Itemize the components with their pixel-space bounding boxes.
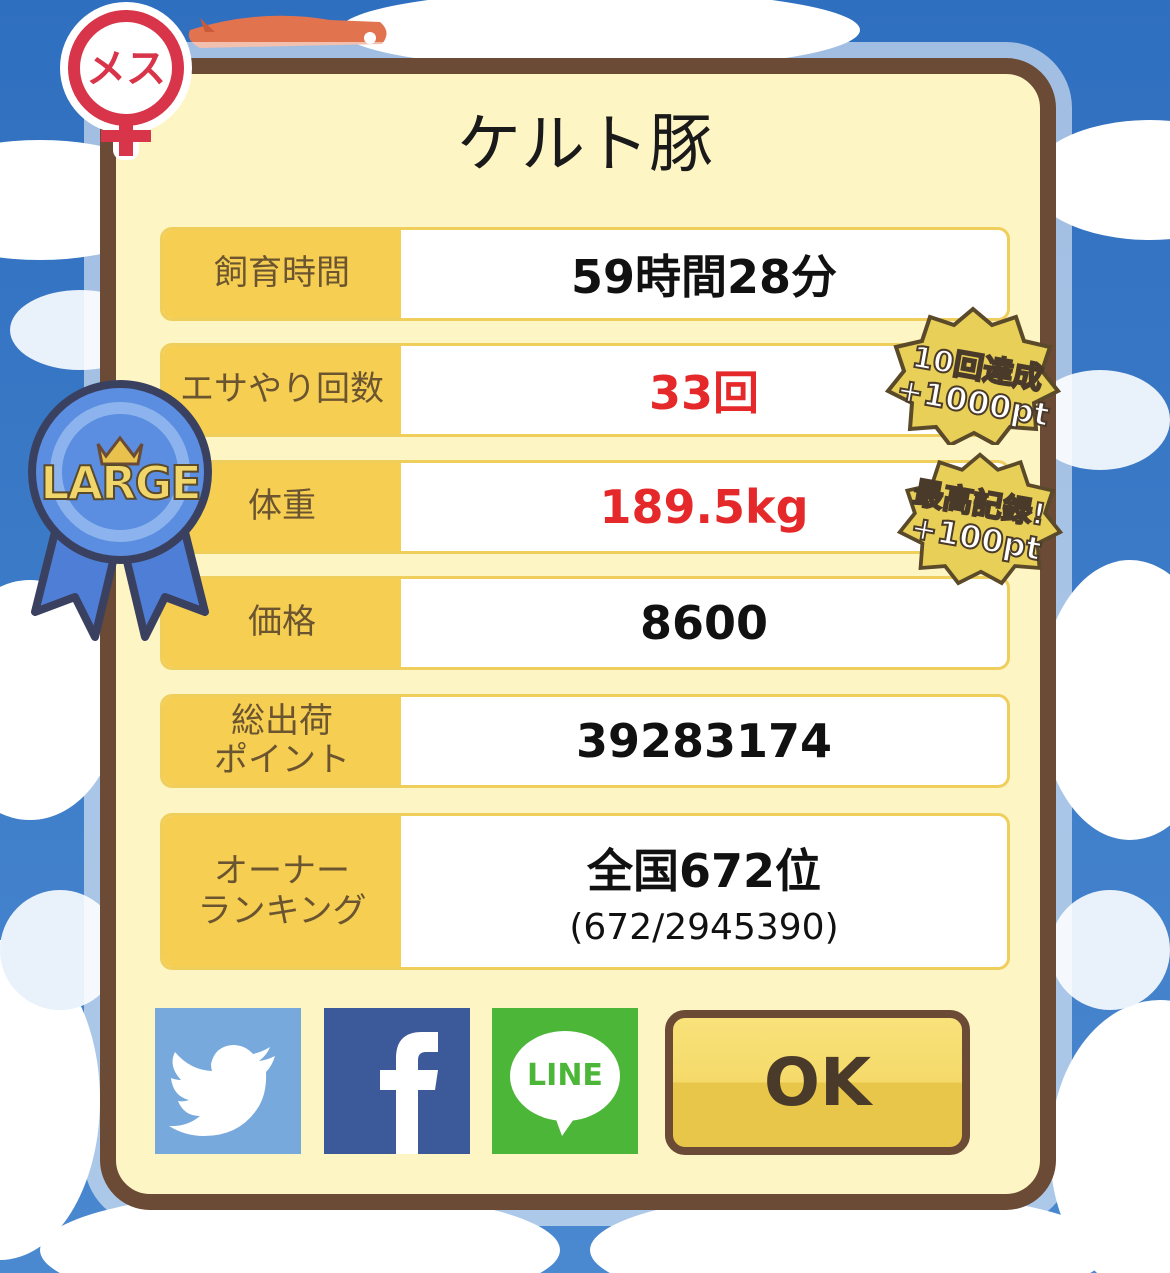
- stat-row-shipping-points: 総出荷 ポイント 39283174: [160, 694, 1010, 788]
- size-label: LARGE: [39, 455, 203, 511]
- line-share-button[interactable]: LINE: [492, 1008, 638, 1154]
- stat-label-line1: オーナー: [214, 851, 350, 892]
- stat-row-owner-ranking: オーナー ランキング 全国672位 (672/2945390): [160, 813, 1010, 970]
- ok-button[interactable]: OK: [665, 1010, 970, 1155]
- stat-value: 全国672位 (672/2945390): [401, 816, 1007, 967]
- facebook-f-icon: [380, 1032, 438, 1154]
- stat-label: 飼育時間: [163, 230, 401, 318]
- facebook-share-button[interactable]: [324, 1008, 470, 1154]
- stat-label: オーナー ランキング: [163, 816, 401, 967]
- gender-badge: メス: [55, 0, 197, 160]
- stat-label: 総出荷 ポイント: [163, 697, 401, 785]
- page-title: ケルト豚: [457, 108, 713, 182]
- size-ribbon-badge: LARGE: [20, 372, 220, 647]
- stat-label-line2: ポイント: [214, 740, 350, 780]
- stat-label-line2: ランキング: [197, 890, 367, 931]
- stat-row-weight: 体重 189.5kg: [160, 460, 1010, 554]
- stat-row-breeding-time: 飼育時間 59時間28分: [160, 227, 1010, 321]
- stat-row-feed-count: エサやり回数 33回: [160, 343, 1010, 437]
- line-label: LINE: [527, 1058, 603, 1093]
- stat-value: 8600: [639, 596, 769, 650]
- stat-value: 39283174: [575, 714, 833, 768]
- stat-row-price: 価格 8600: [160, 576, 1010, 670]
- ranking-detail: (672/2945390): [569, 907, 839, 948]
- bonus-seal-weight: 最高記録! +100pt: [896, 447, 1064, 587]
- twitter-share-button[interactable]: [155, 1008, 301, 1154]
- twitter-bird-icon: [169, 1045, 275, 1136]
- bonus-seal-feed: 10回達成 +1000pt: [884, 305, 1062, 448]
- gender-label: メス: [86, 46, 166, 92]
- stat-label-line1: 総出荷: [231, 700, 333, 741]
- ranking-value: 全国672位: [586, 844, 822, 898]
